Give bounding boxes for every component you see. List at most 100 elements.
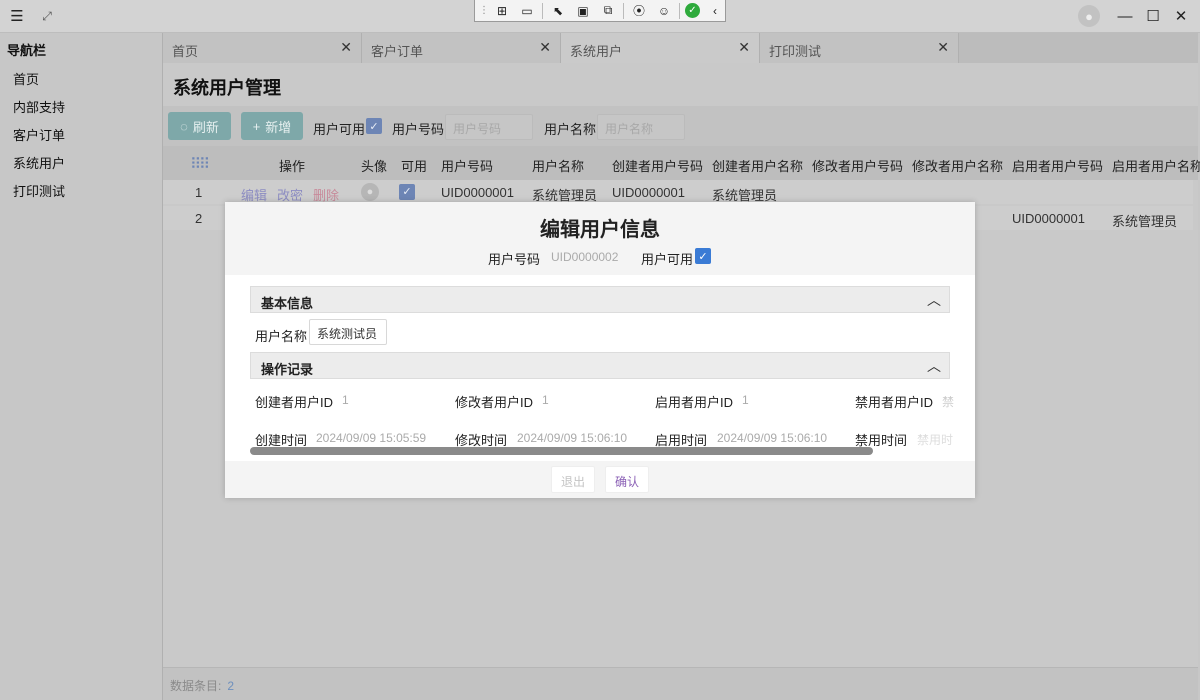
avatar-icon: ● [361,183,379,201]
horizontal-scrollbar[interactable] [250,447,950,455]
refresh-label: 刷新 [192,119,219,135]
grid-menu-icon[interactable]: ⠿⠿ [190,155,210,173]
enabler-name-cell: 系统管理员 [1112,214,1178,229]
enable-time-value: 2024/09/09 15:06:10 [717,431,828,445]
user-code-label: 用户号码 [392,122,445,137]
column-header: 头像 [361,159,388,174]
inspect-pointer-icon[interactable]: ⬉ [548,2,568,20]
user-code-label: 用户号码 [488,252,541,267]
close-icon[interactable]: ✕ [1171,6,1191,26]
tab-system-users[interactable]: 系统用户 ✕ [561,33,760,63]
tab-customer-orders[interactable]: 客户订单 ✕ [362,33,561,63]
refresh-icon: ◌ [180,118,188,134]
video-icon[interactable]: ▭ [517,2,537,20]
user-code-cell: UID0000001 [441,185,514,200]
user-name-input[interactable]: 系统测试员 [309,319,387,345]
cancel-button[interactable]: 退出 [551,466,596,493]
column-header: 操作 [279,159,306,174]
column-header: 创建者用户名称 [712,159,804,174]
toolbar-divider [679,2,680,19]
column-header: 修改者用户号码 [812,159,904,174]
close-icon[interactable]: ✕ [738,39,750,56]
select-element-icon[interactable]: ⊞ [492,2,512,20]
hamburger-icon[interactable]: ☰ [7,6,27,26]
sidebar-item-system-users[interactable]: 系统用户 [13,153,65,172]
modifier-id-label: 修改者用户ID [455,395,534,410]
maximize-icon[interactable]: ☐ [1143,6,1163,26]
close-icon[interactable]: ✕ [539,39,551,56]
expand-icon[interactable]: ⤢ [37,6,57,26]
close-icon[interactable]: ✕ [937,39,949,56]
sidebar-item-home[interactable]: 首页 [13,69,39,88]
section-basic-header[interactable]: 基本信息 ︿ [250,286,950,313]
drag-handle-icon[interactable]: ⋮ [479,2,489,20]
disabler-id-label: 禁用者用户ID [855,395,934,410]
tab-print-test[interactable]: 打印测试 ✕ [760,33,959,63]
title-bar: ☰ ⤢ ⋮ ⊞ ▭ ⬉ ▣ ⧉ ⦿ ☺ ✓ ‹ ● — ☐ ✕ [0,0,1200,33]
chevron-left-icon[interactable]: ‹ [705,2,725,20]
check-circle-icon[interactable]: ✓ [685,3,700,18]
accessibility-icon[interactable]: ☺ [654,2,674,20]
user-code-value: UID0000002 [551,250,619,264]
broadcast-icon[interactable]: ⦿ [629,2,649,20]
sidebar-item-print-test[interactable]: 打印测试 [13,181,65,200]
screenshot-icon[interactable]: ⧉ [598,2,618,20]
devtools-toolbar: ⋮ ⊞ ▭ ⬉ ▣ ⧉ ⦿ ☺ ✓ ‹ [474,0,726,22]
dialog-body: 基本信息 ︿ 用户名称 系统测试员 操作记录 ︿ 创建者用户ID 1 修改者用户… [225,275,975,461]
sidebar: 导航栏 首页 内部支持 客户订单 系统用户 打印测试 [0,33,163,700]
plus-icon: + [252,118,261,134]
sidebar-item-customer-orders[interactable]: 客户订单 [13,125,65,144]
enabler-id-label: 启用者用户ID [655,395,734,410]
sidebar-title: 导航栏 [7,43,47,58]
edit-user-dialog: 编辑用户信息 用户号码 UID0000002 用户可用 ✓ 基本信息 ︿ 用户名… [225,202,975,498]
disable-time-value: 禁用时 [917,433,954,447]
sidebar-item-internal-support[interactable]: 内部支持 [13,97,65,116]
user-name-input[interactable]: 用户名称 [597,114,685,140]
dialog-title: 编辑用户信息 [540,219,660,241]
user-name-label: 用户名称 [255,329,308,344]
enabler-code-cell: UID0000001 [1012,211,1085,226]
creator-id-label: 创建者用户ID [255,395,334,410]
section-log-header[interactable]: 操作记录 ︿ [250,352,950,379]
close-icon[interactable]: ✕ [340,39,352,56]
user-enabled-label: 用户可用 [313,122,366,137]
enabled-checkbox[interactable]: ✓ [399,184,415,200]
column-header: 启用者用户名称 [1112,159,1200,174]
status-footer: 数据条目: 2 [163,667,1198,700]
user-enabled-checkbox[interactable]: ✓ [366,118,382,134]
refresh-button[interactable]: ◌ 刷新 [168,112,231,140]
user-code-input[interactable]: 用户号码 [445,114,533,140]
table-row[interactable]: 1 编辑 改密 删除 ● ✓ UID0000001 系统管理员 UID00000… [163,180,1193,204]
tab-label: 首页 [172,44,199,59]
tab-bar: 首页 ✕ 客户订单 ✕ 系统用户 ✕ 打印测试 ✕ [163,33,1198,63]
modifier-id-value: 1 [542,393,549,407]
enabler-id-value: 1 [742,393,749,407]
user-enabled-label: 用户可用 [641,252,694,267]
page-title: 系统用户管理 [173,78,281,98]
chevron-up-icon[interactable]: ︿ [927,356,941,376]
toolbar: ◌ 刷新 + 新增 用户可用 ✓ 用户号码 用户号码 用户名称 用户名称 [163,106,1198,146]
creator-id-value: 1 [342,393,349,407]
add-button[interactable]: + 新增 [241,112,303,140]
create-time-value: 2024/09/09 15:05:59 [316,431,427,445]
layout-box-icon[interactable]: ▣ [573,2,593,20]
column-header: 用户号码 [441,159,494,174]
scrollbar-thumb[interactable] [250,447,873,455]
column-header: 创建者用户号码 [612,159,704,174]
toolbar-divider [623,2,624,19]
user-enabled-checkbox[interactable]: ✓ [695,248,711,264]
avatar-icon[interactable]: ● [1078,5,1100,27]
modify-time-value: 2024/09/09 15:06:10 [517,431,628,445]
minimize-icon[interactable]: — [1115,6,1135,26]
confirm-button[interactable]: 确认 [605,466,650,493]
section-label: 操作记录 [261,362,314,377]
chevron-up-icon[interactable]: ︿ [927,290,941,310]
creator-code-cell: UID0000001 [612,185,685,200]
tab-label: 客户订单 [371,44,424,59]
add-label: 新增 [265,119,292,135]
tab-label: 打印测试 [769,44,822,59]
row-index: 2 [195,211,203,226]
column-header: 可用 [401,159,428,174]
column-header: 用户名称 [532,159,585,174]
tab-home[interactable]: 首页 ✕ [163,33,362,63]
